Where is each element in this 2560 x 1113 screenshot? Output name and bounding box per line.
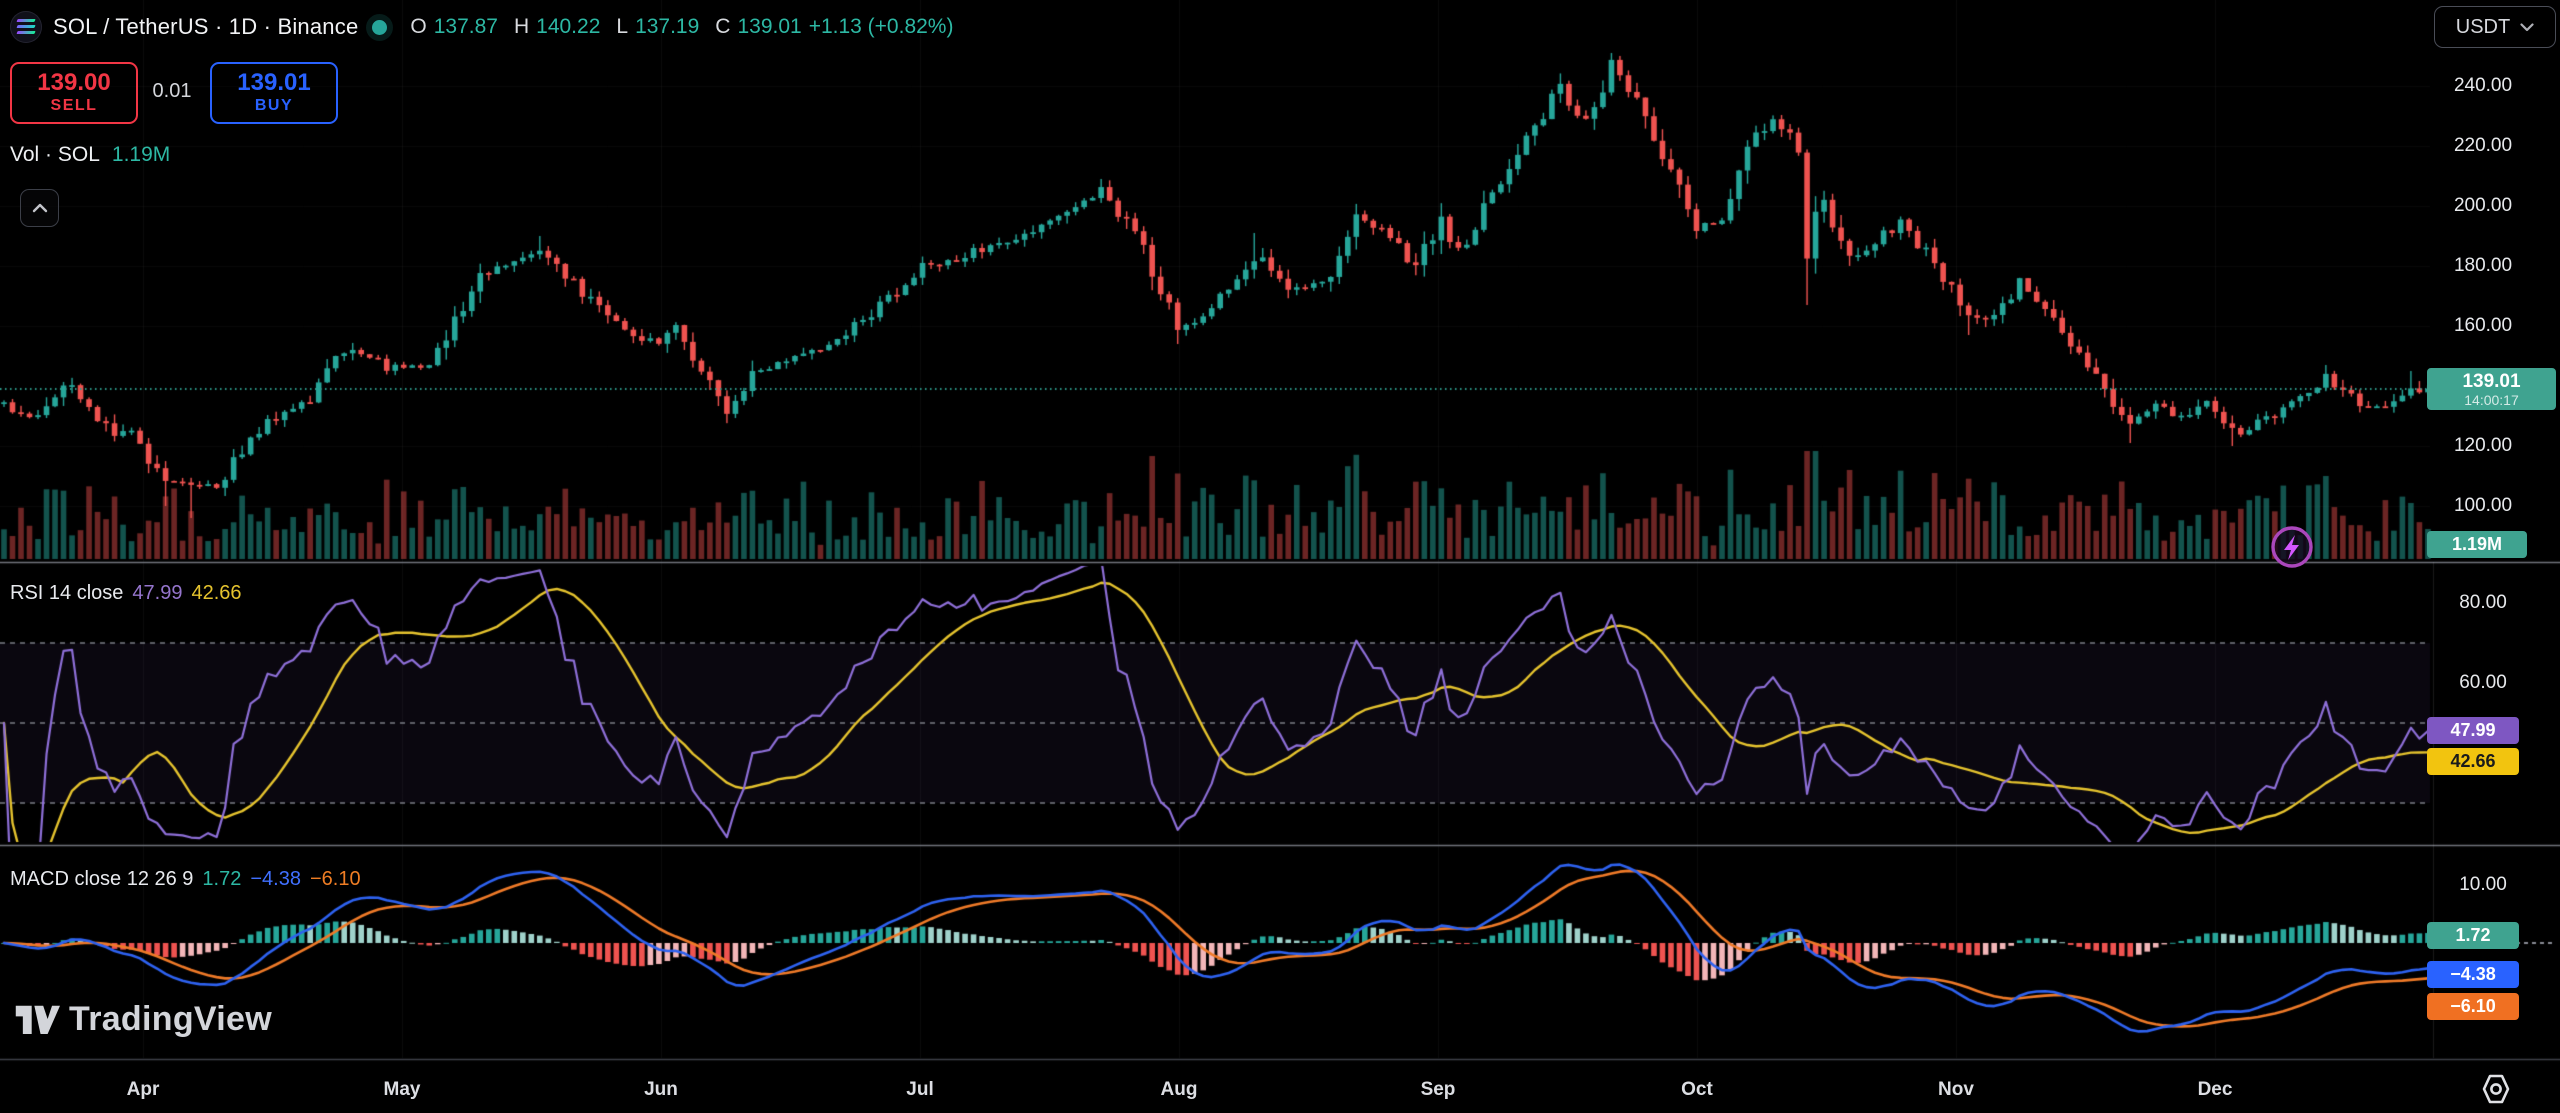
macd-hist-badge: 1.72	[2427, 922, 2519, 949]
change-value: +1.13 (+0.82%)	[809, 15, 954, 39]
price-tick: 200.00	[2427, 193, 2539, 219]
high-label: H	[514, 15, 529, 39]
tradingview-watermark: TradingView	[14, 997, 272, 1041]
macd-line-value: −4.38	[250, 868, 301, 891]
sell-button[interactable]: 139.00 SELL	[10, 62, 138, 124]
tradingview-chart-window: SOL / TetherUS · 1D · Binance O 137.87 H…	[0, 0, 2560, 1113]
current-price-badge: 139.01 14:00:17	[2427, 368, 2556, 410]
tradingview-logo-icon	[14, 997, 60, 1041]
chart-header: SOL / TetherUS · 1D · Binance O 137.87 H…	[10, 8, 953, 46]
rsi-ma-badge: 42.66	[2427, 748, 2519, 775]
rsi-tick: 80.00	[2427, 590, 2539, 616]
macd-signal-value: −6.10	[310, 868, 361, 891]
watermark-text: TradingView	[69, 1000, 272, 1039]
price-tick: 220.00	[2427, 133, 2539, 159]
symbol-title[interactable]: SOL / TetherUS · 1D · Binance	[53, 14, 358, 40]
time-axis-label: Aug	[1161, 1079, 1198, 1101]
time-axis-label: Jun	[644, 1079, 678, 1101]
buy-price: 139.01	[237, 70, 310, 96]
buy-label: BUY	[255, 96, 293, 116]
low-label: L	[616, 15, 628, 39]
current-price: 139.01	[2462, 371, 2520, 392]
rsi-badge: 47.99	[2427, 717, 2519, 744]
sol-logo-icon	[10, 11, 42, 43]
market-status-icon[interactable]	[372, 20, 387, 35]
chevron-up-icon	[32, 203, 48, 213]
rsi-legend[interactable]: RSI 14 close 47.99 42.66	[10, 582, 242, 605]
macd-tick: 10.00	[2427, 872, 2539, 898]
time-axis-label: Apr	[127, 1079, 160, 1101]
price-tick: 120.00	[2427, 433, 2539, 459]
time-axis-label: Oct	[1681, 1079, 1713, 1101]
rsi-value: 47.99	[132, 582, 182, 605]
volume-badge: 1.19M	[2427, 531, 2527, 558]
price-tick: 160.00	[2427, 313, 2539, 339]
spread-value: 0.01	[138, 62, 206, 120]
macd-signal-badge: −6.10	[2427, 993, 2519, 1020]
close-value: 139.01	[737, 15, 801, 39]
rsi-title: RSI 14 close	[10, 582, 123, 605]
price-chart-canvas[interactable]	[0, 0, 2560, 1113]
rsi-tick: 60.00	[2427, 670, 2539, 696]
time-axis-label: May	[384, 1079, 421, 1101]
currency-dropdown[interactable]: USDT	[2434, 6, 2556, 48]
macd-hist-value: 1.72	[202, 868, 241, 891]
time-axis-label: Nov	[1938, 1079, 1974, 1101]
sell-label: SELL	[51, 96, 98, 116]
open-label: O	[410, 15, 426, 39]
chevron-down-icon	[2520, 23, 2534, 32]
price-tick: 240.00	[2427, 73, 2539, 99]
volume-label: Vol · SOL	[10, 143, 100, 167]
volume-legend: Vol · SOL 1.19M	[10, 143, 170, 167]
buy-button[interactable]: 139.01 BUY	[210, 62, 338, 124]
time-axis-label: Sep	[1421, 1079, 1456, 1101]
price-tick: 100.00	[2427, 493, 2539, 519]
volume-value: 1.19M	[112, 143, 170, 167]
rsi-ma-value: 42.66	[191, 582, 241, 605]
candle-countdown: 14:00:17	[2464, 392, 2519, 408]
lightning-boost-icon[interactable]	[2268, 523, 2316, 571]
high-value: 140.22	[536, 15, 600, 39]
close-label: C	[715, 15, 730, 39]
macd-legend[interactable]: MACD close 12 26 9 1.72 −4.38 −6.10	[10, 868, 361, 891]
price-tick: 180.00	[2427, 253, 2539, 279]
open-value: 137.87	[434, 15, 498, 39]
low-value: 137.19	[635, 15, 699, 39]
currency-value: USDT	[2456, 16, 2510, 39]
time-axis-label: Jul	[906, 1079, 933, 1101]
macd-line-badge: −4.38	[2427, 961, 2519, 988]
ohlc-values: O 137.87 H 140.22 L 137.19 C 139.01 +1.1…	[401, 15, 953, 39]
collapse-panel-button[interactable]	[20, 189, 59, 227]
time-axis-label: Dec	[2198, 1079, 2233, 1101]
macd-title: MACD close 12 26 9	[10, 868, 193, 891]
sell-price: 139.00	[37, 70, 110, 96]
settings-nut-icon[interactable]	[2478, 1073, 2514, 1105]
